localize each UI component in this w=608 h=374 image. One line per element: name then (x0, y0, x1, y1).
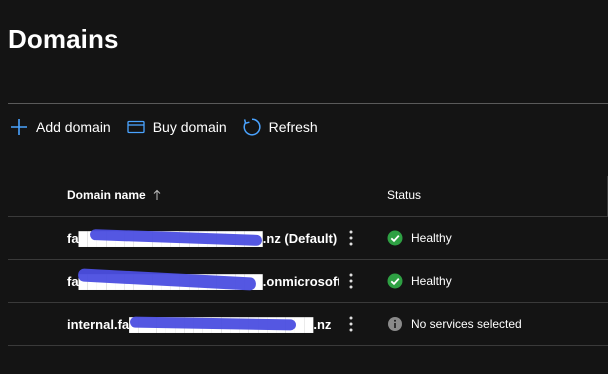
add-domain-label: Add domain (36, 119, 111, 135)
more-options-button[interactable] (341, 270, 361, 292)
column-header-domain-name[interactable]: Domain name (67, 188, 161, 202)
plus-icon (8, 116, 30, 138)
more-options-button[interactable] (341, 227, 361, 249)
table-row[interactable]: internal.fa████████████████████.nz No se… (8, 303, 608, 346)
more-options-button[interactable] (341, 313, 361, 335)
command-bar: Add domain Buy domain Refresh (8, 114, 332, 140)
domains-table: Domain name Status fa███████████████████… (8, 176, 608, 346)
refresh-button[interactable]: Refresh (241, 114, 318, 140)
refresh-label: Refresh (268, 119, 318, 135)
status-cell: No services selected (387, 303, 522, 345)
status-text: Healthy (411, 231, 452, 245)
more-vertical-icon (349, 230, 353, 246)
info-circle-icon (387, 316, 403, 332)
header-divider (8, 103, 608, 104)
column-header-status[interactable]: Status (387, 188, 421, 202)
check-circle-icon (387, 273, 403, 289)
table-header: Domain name Status (8, 176, 608, 217)
table-row[interactable]: fa████████████████████.onmicrosoft.... H… (8, 260, 608, 303)
arrow-up-icon (153, 189, 161, 201)
column-header-domain-label: Domain name (67, 188, 146, 202)
buy-domain-button[interactable]: Buy domain (125, 114, 227, 140)
refresh-icon (241, 116, 263, 138)
more-vertical-icon (349, 273, 353, 289)
table-row[interactable]: fa████████████████████.nz (Default) Heal… (8, 217, 608, 260)
check-circle-icon (387, 230, 403, 246)
more-vertical-icon (349, 316, 353, 332)
add-domain-button[interactable]: Add domain (8, 114, 111, 140)
status-text: No services selected (411, 317, 522, 331)
card-icon (125, 116, 147, 138)
buy-domain-label: Buy domain (152, 119, 227, 135)
page-title: Domains (8, 24, 119, 54)
status-cell: Healthy (387, 260, 452, 302)
status-text: Healthy (411, 274, 452, 288)
status-cell: Healthy (387, 217, 452, 259)
